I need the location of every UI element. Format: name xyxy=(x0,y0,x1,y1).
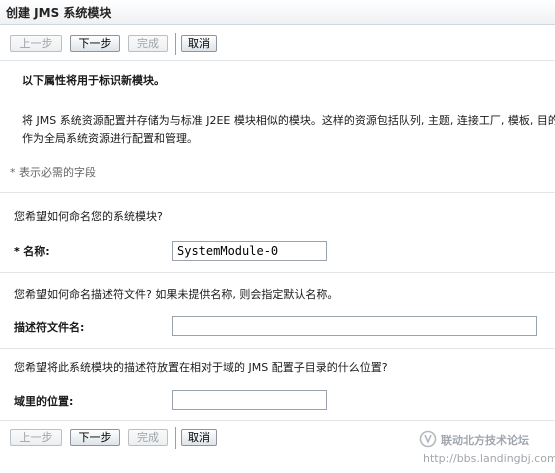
cancel-button-bottom[interactable]: 取消 xyxy=(181,429,217,446)
cancel-button[interactable]: 取消 xyxy=(181,35,217,52)
watermark: 联动北方技术论坛 http://bbs.landingbj.com xyxy=(419,430,555,468)
location-label: 域里的位置: xyxy=(14,395,74,408)
required-note: * 表示必需的字段 xyxy=(10,166,96,179)
next-button[interactable]: 下一步 xyxy=(70,35,120,52)
wizard-toolbar-top: 上一步 下一步 完成 取消 xyxy=(0,32,555,56)
name-label-text: 名称: xyxy=(23,245,50,258)
next-button-bottom[interactable]: 下一步 xyxy=(70,429,120,446)
intro-description-line1: 将 JMS 系统资源配置并存储为与标准 J2EE 模块相似的模块。这样的资源包括… xyxy=(22,114,555,127)
divider xyxy=(0,60,555,61)
name-label: * 名称: xyxy=(14,243,50,259)
divider xyxy=(0,192,555,193)
watermark-url: http://bbs.landingbj.com xyxy=(423,452,555,465)
divider xyxy=(0,272,555,273)
divider xyxy=(0,348,555,349)
finish-button[interactable]: 完成 xyxy=(128,35,168,52)
descriptor-question: 您希望如何命名描述符文件? 如果未提供名称, 则会指定默认名称。 xyxy=(14,288,339,301)
watermark-title: 联动北方技术论坛 xyxy=(441,434,529,447)
finish-button-bottom[interactable]: 完成 xyxy=(128,429,168,446)
descriptor-label: 描述符文件名: xyxy=(14,321,85,334)
back-button[interactable]: 上一步 xyxy=(10,35,62,52)
window-title-bar: 创建 JMS 系统模块 xyxy=(0,0,555,25)
location-input[interactable] xyxy=(172,390,327,410)
descriptor-filename-input[interactable] xyxy=(172,316,537,336)
location-question: 您希望将此系统模块的描述符放置在相对于域的 JMS 配置子目录的什么位置? xyxy=(14,361,388,374)
required-star: * xyxy=(14,245,20,258)
toolbar-separator xyxy=(175,33,176,55)
window-title: 创建 JMS 系统模块 xyxy=(6,6,112,20)
toolbar-separator xyxy=(175,427,176,449)
name-input[interactable] xyxy=(172,241,327,261)
divider xyxy=(0,420,555,421)
forum-logo-icon xyxy=(419,430,437,448)
intro-heading: 以下属性将用于标识新模块。 xyxy=(22,74,165,87)
back-button-bottom[interactable]: 上一步 xyxy=(10,429,62,446)
name-question: 您希望如何命名您的系统模块? xyxy=(14,210,163,223)
intro-description-line2: 作为全局系统资源进行配置和管理。 xyxy=(22,132,198,145)
